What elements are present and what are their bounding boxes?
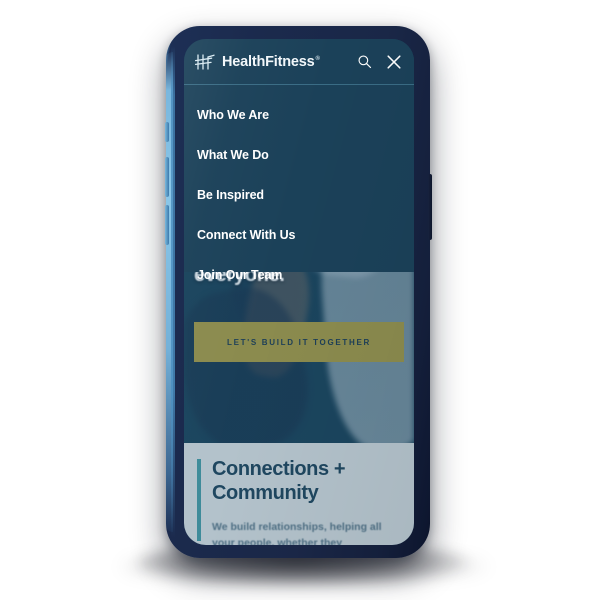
menu-link-join-our-team[interactable]: Join Our Team xyxy=(197,268,282,282)
menu-item-join-our-team: Join Our Team xyxy=(197,266,414,284)
search-button[interactable] xyxy=(357,54,372,69)
close-icon xyxy=(387,54,401,69)
logo-wordmark-text: HealthFitness xyxy=(222,53,315,70)
phone-screen: everyone. LET'S BUILD IT TOGETHER Connec… xyxy=(184,39,414,545)
menu-item-connect-with-us: Connect With Us xyxy=(197,226,414,244)
card-body-text: We build relationships, helping all your… xyxy=(212,521,382,545)
healthfitness-logo[interactable]: HealthFitness® xyxy=(195,53,320,71)
lets-build-it-together-button[interactable]: LET'S BUILD IT TOGETHER xyxy=(194,322,404,362)
close-menu-button[interactable] xyxy=(386,54,402,70)
phone-left-edge-inner-highlight xyxy=(171,46,175,538)
menu-link-what-we-do[interactable]: What We Do xyxy=(197,148,269,162)
cta-label: LET'S BUILD IT TOGETHER xyxy=(227,337,371,347)
menu-link-who-we-are[interactable]: Who We Are xyxy=(197,108,269,122)
screenshot-stage: everyone. LET'S BUILD IT TOGETHER Connec… xyxy=(0,0,600,600)
phone-volume-up-button[interactable] xyxy=(165,157,169,197)
hf-monogram-icon xyxy=(195,53,215,70)
connections-community-card: Connections + Community We build relatio… xyxy=(184,443,414,545)
menu-header-actions xyxy=(357,54,402,70)
menu-item-who-we-are: Who We Are xyxy=(197,106,414,124)
card-title: Connections + Community xyxy=(212,458,346,505)
mobile-menu-overlay: HealthFitness® Who We Are What We Do Be … xyxy=(184,39,414,282)
phone-power-button[interactable] xyxy=(428,174,432,240)
menu-link-be-inspired[interactable]: Be Inspired xyxy=(197,188,264,202)
menu-item-be-inspired: Be Inspired xyxy=(197,186,414,204)
search-icon xyxy=(358,55,372,69)
card-accent-bar xyxy=(197,459,201,541)
phone-volume-down-button[interactable] xyxy=(165,205,169,245)
phone-device-frame: everyone. LET'S BUILD IT TOGETHER Connec… xyxy=(165,26,432,558)
logo-trademark-symbol: ® xyxy=(315,55,320,62)
menu-link-connect-with-us[interactable]: Connect With Us xyxy=(197,228,295,242)
logo-wordmark: HealthFitness® xyxy=(222,54,320,70)
menu-item-what-we-do: What We Do xyxy=(197,146,414,164)
phone-mute-switch[interactable] xyxy=(165,122,169,142)
menu-header-bar: HealthFitness® xyxy=(184,39,414,84)
main-navigation-list: Who We Are What We Do Be Inspired Connec… xyxy=(184,85,414,284)
